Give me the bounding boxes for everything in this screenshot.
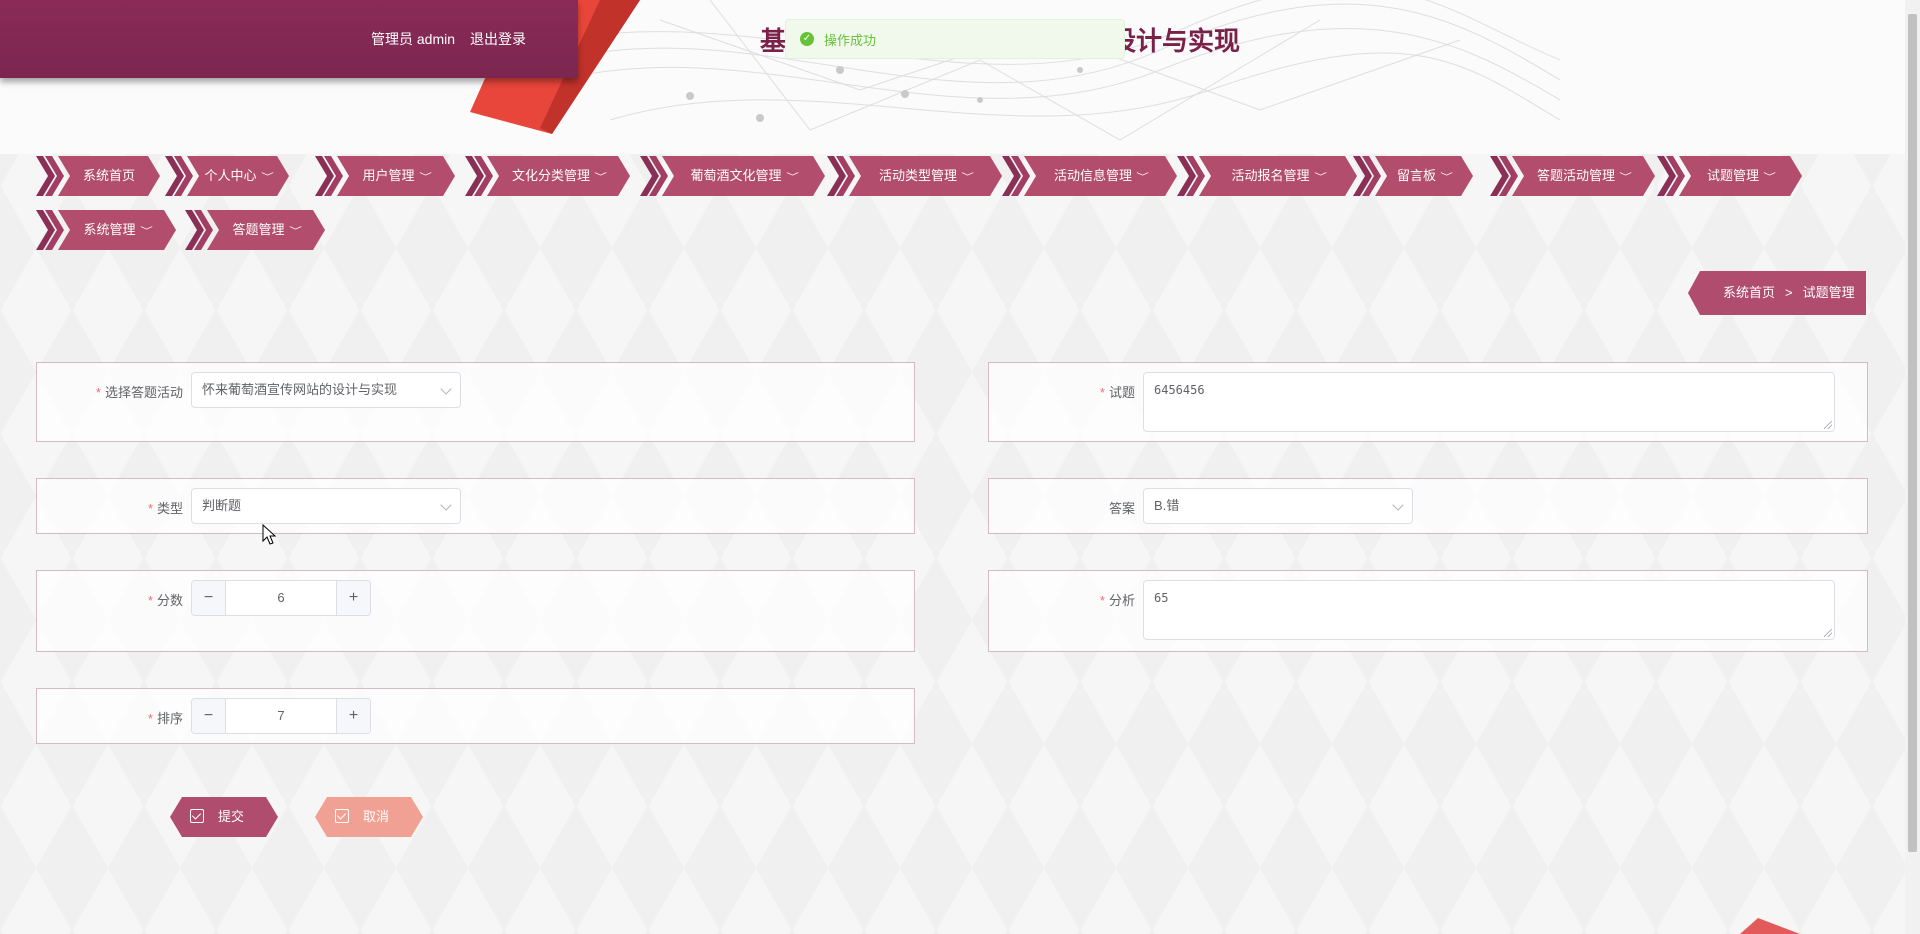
- chevron-down-icon: ﹀: [418, 172, 432, 182]
- nav-item-label: 活动类型管理 ﹀: [849, 156, 1002, 196]
- resize-grip-icon[interactable]: [1824, 421, 1832, 429]
- nav-item-9[interactable]: 答题活动管理 ﹀: [1490, 156, 1655, 196]
- chevron-down-icon: ﹀: [1136, 172, 1149, 182]
- nav-item-label: 系统首页: [82, 168, 135, 183]
- resize-grip-icon[interactable]: [1824, 629, 1832, 637]
- question-textarea[interactable]: 6456456: [1143, 372, 1835, 432]
- activity-label: * 选择答题活动: [95, 385, 183, 400]
- form-row-question: * 试题 6456456: [988, 362, 1868, 442]
- nav-item-10[interactable]: 试题管理 ﹀: [1657, 156, 1802, 196]
- nav-item-label: 个人中心 ﹀: [187, 156, 289, 196]
- scrollbar-thumb[interactable]: [1908, 14, 1917, 852]
- cancel-label: 取消: [363, 809, 390, 824]
- order-label: * 排序: [147, 711, 183, 726]
- submit-button[interactable]: 提交: [170, 797, 278, 837]
- chevron-down-icon: ﹀: [139, 226, 153, 236]
- type-label: * 类型: [147, 501, 183, 516]
- nav-item-label: 文化分类管理 ﹀: [487, 156, 630, 196]
- score-label: * 分数: [147, 593, 183, 608]
- nav-item-label: 答题活动管理 ﹀: [1512, 156, 1655, 196]
- submit-label: 提交: [218, 809, 245, 824]
- form-row-order: * 排序 − 7 +: [36, 688, 915, 744]
- chevron-down-icon: ﹀: [1763, 172, 1776, 182]
- chevron-down-icon: ﹀: [1619, 172, 1632, 182]
- nav-item-8[interactable]: 留言板 ﹀: [1353, 156, 1473, 196]
- mouse-cursor-icon: [262, 524, 277, 545]
- nav-item-1[interactable]: 个人中心 ﹀: [165, 156, 289, 196]
- analysis-value: 65: [1154, 591, 1169, 605]
- nav-item-0[interactable]: 系统首页: [36, 156, 160, 196]
- corner-decoration: [1740, 918, 1800, 934]
- chevron-down-icon: ﹀: [785, 172, 799, 182]
- logout-link[interactable]: 退出登录: [470, 29, 526, 49]
- activity-select-value: 怀来葡萄酒宣传网站的设计与实现: [202, 382, 398, 397]
- nav-item-2[interactable]: 用户管理 ﹀: [315, 156, 455, 196]
- order-increase-button[interactable]: +: [336, 699, 370, 733]
- nav-item-12[interactable]: 答题管理 ﹀: [185, 210, 325, 250]
- checkbox-edit-icon: [190, 809, 204, 823]
- score-increase-button[interactable]: +: [336, 581, 370, 615]
- chevron-down-icon: ﹀: [1440, 172, 1453, 182]
- chevron-down-icon: ﹀: [1313, 172, 1327, 182]
- chevron-down-icon: ﹀: [594, 172, 607, 182]
- nav-item-5[interactable]: 活动类型管理 ﹀: [827, 156, 1002, 196]
- chevron-down-icon: [1392, 499, 1404, 511]
- nav-item-4[interactable]: 葡萄酒文化管理 ﹀: [640, 156, 825, 196]
- form-row-type: * 类型 判断题: [36, 478, 915, 534]
- answer-select-value: B.错: [1154, 498, 1180, 513]
- answer-label: 答案: [1108, 501, 1135, 516]
- nav-item-11[interactable]: 系统管理 ﹀: [36, 210, 176, 250]
- chevron-down-icon: ﹀: [260, 172, 274, 182]
- score-stepper: − 6 +: [191, 580, 371, 616]
- nav-item-label: 留言板 ﹀: [1375, 156, 1473, 196]
- form-row-score: * 分数 − 6 +: [36, 570, 915, 652]
- cancel-button[interactable]: 取消: [315, 797, 423, 837]
- nav-item-3[interactable]: 文化分类管理 ﹀: [465, 156, 630, 196]
- nav-item-label: 活动信息管理 ﹀: [1024, 156, 1177, 196]
- breadcrumb: 系统首页 > 试题管理: [1688, 271, 1866, 315]
- nav-item-7[interactable]: 活动报名管理 ﹀: [1177, 156, 1357, 196]
- nav-item-label: 葡萄酒文化管理 ﹀: [662, 156, 825, 196]
- nav-item-label: 试题管理 ﹀: [1679, 156, 1802, 196]
- answer-select[interactable]: B.错: [1143, 488, 1413, 524]
- form-row-activity: * 选择答题活动 怀来葡萄酒宣传网站的设计与实现: [36, 362, 915, 442]
- form-row-analysis: * 分析 65: [988, 570, 1868, 652]
- type-select-value: 判断题: [202, 498, 242, 513]
- activity-select[interactable]: 怀来葡萄酒宣传网站的设计与实现: [191, 372, 461, 408]
- type-select[interactable]: 判断题: [191, 488, 461, 524]
- chevron-down-icon: ﹀: [288, 226, 302, 236]
- toast-message: 操作成功: [824, 32, 877, 48]
- vertical-scrollbar[interactable]: [1905, 0, 1920, 934]
- nav-item-label: 活动报名管理 ﹀: [1199, 156, 1357, 196]
- success-check-icon: ✓: [800, 32, 814, 46]
- score-input[interactable]: 6: [226, 581, 336, 615]
- analysis-label: * 分析: [1099, 593, 1135, 608]
- question-value: 6456456: [1154, 383, 1205, 397]
- user-bar: 管理员 admin 退出登录: [0, 0, 578, 78]
- username-label: 管理员 admin: [371, 31, 456, 47]
- breadcrumb-current: 试题管理: [1802, 285, 1855, 300]
- form-row-answer: 答案 B.错: [988, 478, 1868, 534]
- chevron-down-icon: [440, 383, 452, 395]
- nav-item-6[interactable]: 活动信息管理 ﹀: [1002, 156, 1177, 196]
- question-label: * 试题: [1099, 385, 1135, 400]
- success-toast: ✓ 操作成功: [785, 19, 1125, 59]
- order-stepper: − 7 +: [191, 698, 371, 734]
- nav-item-label: 系统管理 ﹀: [58, 210, 176, 250]
- chevron-down-icon: [440, 499, 452, 511]
- analysis-textarea[interactable]: 65: [1143, 580, 1835, 640]
- order-decrease-button[interactable]: −: [192, 699, 226, 733]
- breadcrumb-home[interactable]: 系统首页: [1723, 285, 1775, 300]
- checkbox-edit-icon: [335, 809, 349, 823]
- chevron-down-icon: ﹀: [961, 172, 974, 182]
- score-decrease-button[interactable]: −: [192, 581, 226, 615]
- nav-item-label: 用户管理 ﹀: [337, 156, 455, 196]
- order-input[interactable]: 7: [226, 699, 336, 733]
- nav-item-label: 答题管理 ﹀: [207, 210, 325, 250]
- breadcrumb-separator: >: [1785, 285, 1793, 300]
